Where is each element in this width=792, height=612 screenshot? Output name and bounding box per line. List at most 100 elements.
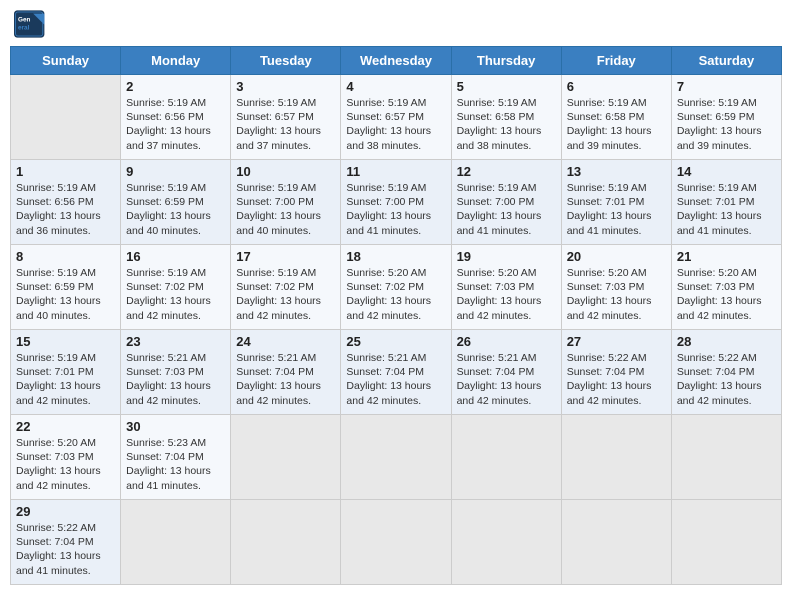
weekday-header-sunday: Sunday	[11, 47, 121, 75]
day-number: 17	[236, 249, 335, 264]
day-number: 4	[346, 79, 445, 94]
calendar-cell	[231, 500, 341, 585]
day-number: 5	[457, 79, 556, 94]
calendar-week-row: 15Sunrise: 5:19 AMSunset: 7:01 PMDayligh…	[11, 330, 782, 415]
calendar-table: SundayMondayTuesdayWednesdayThursdayFrid…	[10, 46, 782, 585]
calendar-cell: 2 Sunrise: 5:19 AMSunset: 6:56 PMDaylight…	[121, 75, 231, 160]
day-number: 20	[567, 249, 666, 264]
day-info: Sunrise: 5:19 AMSunset: 7:00 PMDaylight:…	[457, 181, 556, 238]
logo-icon: Gen eral	[14, 10, 46, 38]
weekday-header-tuesday: Tuesday	[231, 47, 341, 75]
calendar-cell: 6Sunrise: 5:19 AMSunset: 6:58 PMDaylight…	[561, 75, 671, 160]
day-info: Sunrise: 5:19 AMSunset: 6:56 PMDaylight:…	[126, 96, 225, 153]
calendar-cell	[671, 500, 781, 585]
calendar-cell	[11, 75, 121, 160]
calendar-cell: 10 Sunrise: 5:19 AMSunset: 7:00 PMDayligh…	[231, 160, 341, 245]
calendar-cell: 4 Sunrise: 5:19 AMSunset: 6:57 PMDaylight…	[341, 75, 451, 160]
calendar-cell: 8 Sunrise: 5:19 AMSunset: 6:59 PMDaylight…	[11, 245, 121, 330]
calendar-cell	[341, 415, 451, 500]
day-info: Sunrise: 5:20 AMSunset: 7:03 PMDaylight:…	[16, 436, 115, 493]
day-number: 1	[16, 164, 115, 179]
day-info: Sunrise: 5:19 AMSunset: 7:01 PMDaylight:…	[677, 181, 776, 238]
day-number: 15	[16, 334, 115, 349]
weekday-header-saturday: Saturday	[671, 47, 781, 75]
calendar-week-row: 1 Sunrise: 5:19 AMSunset: 6:56 PMDaylight…	[11, 160, 782, 245]
calendar-cell: 14Sunrise: 5:19 AMSunset: 7:01 PMDayligh…	[671, 160, 781, 245]
header: Gen eral	[10, 10, 782, 38]
day-number: 16	[126, 249, 225, 264]
day-info: Sunrise: 5:21 AMSunset: 7:04 PMDaylight:…	[457, 351, 556, 408]
weekday-header-friday: Friday	[561, 47, 671, 75]
calendar-cell: 23Sunrise: 5:21 AMSunset: 7:03 PMDayligh…	[121, 330, 231, 415]
calendar-week-row: 22 Sunrise: 5:20 AMSunset: 7:03 PMDayligh…	[11, 415, 782, 500]
calendar-body: 2 Sunrise: 5:19 AMSunset: 6:56 PMDaylight…	[11, 75, 782, 585]
day-info: Sunrise: 5:19 AMSunset: 6:59 PMDaylight:…	[16, 266, 115, 323]
day-number: 27	[567, 334, 666, 349]
calendar-cell: 11 Sunrise: 5:19 AMSunset: 7:00 PMDayligh…	[341, 160, 451, 245]
svg-text:Gen: Gen	[18, 17, 31, 24]
weekday-header-wednesday: Wednesday	[341, 47, 451, 75]
calendar-cell: 22 Sunrise: 5:20 AMSunset: 7:03 PMDayligh…	[11, 415, 121, 500]
day-info: Sunrise: 5:19 AMSunset: 6:56 PMDaylight:…	[16, 181, 115, 238]
day-info: Sunrise: 5:19 AMSunset: 7:01 PMDaylight:…	[567, 181, 666, 238]
calendar-cell	[451, 500, 561, 585]
day-info: Sunrise: 5:19 AMSunset: 6:58 PMDaylight:…	[567, 96, 666, 153]
calendar-cell: 28 Sunrise: 5:22 AMSunset: 7:04 PMDayligh…	[671, 330, 781, 415]
weekday-header-monday: Monday	[121, 47, 231, 75]
day-number: 13	[567, 164, 666, 179]
logo: Gen eral	[14, 10, 50, 38]
calendar-cell: 24Sunrise: 5:21 AMSunset: 7:04 PMDayligh…	[231, 330, 341, 415]
day-info: Sunrise: 5:22 AMSunset: 7:04 PMDaylight:…	[16, 521, 115, 578]
day-number: 22	[16, 419, 115, 434]
day-number: 7	[677, 79, 776, 94]
day-number: 21	[677, 249, 776, 264]
calendar-cell: 15Sunrise: 5:19 AMSunset: 7:01 PMDayligh…	[11, 330, 121, 415]
calendar-cell: 16 Sunrise: 5:19 AMSunset: 7:02 PMDayligh…	[121, 245, 231, 330]
day-info: Sunrise: 5:20 AMSunset: 7:03 PMDaylight:…	[567, 266, 666, 323]
calendar-cell: 17Sunrise: 5:19 AMSunset: 7:02 PMDayligh…	[231, 245, 341, 330]
day-number: 8	[16, 249, 115, 264]
day-number: 2	[126, 79, 225, 94]
calendar-cell: 30Sunrise: 5:23 AMSunset: 7:04 PMDayligh…	[121, 415, 231, 500]
day-number: 10	[236, 164, 335, 179]
day-info: Sunrise: 5:21 AMSunset: 7:04 PMDaylight:…	[346, 351, 445, 408]
calendar-cell	[671, 415, 781, 500]
calendar-cell	[121, 500, 231, 585]
day-info: Sunrise: 5:19 AMSunset: 6:59 PMDaylight:…	[126, 181, 225, 238]
day-info: Sunrise: 5:19 AMSunset: 7:00 PMDaylight:…	[346, 181, 445, 238]
day-number: 30	[126, 419, 225, 434]
calendar-cell	[231, 415, 341, 500]
day-info: Sunrise: 5:20 AMSunset: 7:03 PMDaylight:…	[457, 266, 556, 323]
calendar-cell: 27 Sunrise: 5:22 AMSunset: 7:04 PMDayligh…	[561, 330, 671, 415]
day-info: Sunrise: 5:19 AMSunset: 6:57 PMDaylight:…	[346, 96, 445, 153]
day-info: Sunrise: 5:19 AMSunset: 6:59 PMDaylight:…	[677, 96, 776, 153]
calendar-cell: 3 Sunrise: 5:19 AMSunset: 6:57 PMDaylight…	[231, 75, 341, 160]
day-number: 25	[346, 334, 445, 349]
day-number: 18	[346, 249, 445, 264]
calendar-cell: 26 Sunrise: 5:21 AMSunset: 7:04 PMDayligh…	[451, 330, 561, 415]
day-info: Sunrise: 5:20 AMSunset: 7:03 PMDaylight:…	[677, 266, 776, 323]
calendar-header-row: SundayMondayTuesdayWednesdayThursdayFrid…	[11, 47, 782, 75]
calendar-cell: 21 Sunrise: 5:20 AMSunset: 7:03 PMDayligh…	[671, 245, 781, 330]
day-info: Sunrise: 5:22 AMSunset: 7:04 PMDaylight:…	[567, 351, 666, 408]
day-info: Sunrise: 5:19 AMSunset: 7:00 PMDaylight:…	[236, 181, 335, 238]
svg-text:eral: eral	[18, 25, 30, 32]
day-number: 29	[16, 504, 115, 519]
day-number: 26	[457, 334, 556, 349]
day-number: 19	[457, 249, 556, 264]
weekday-header-thursday: Thursday	[451, 47, 561, 75]
calendar-cell	[451, 415, 561, 500]
calendar-week-row: 29 Sunrise: 5:22 AMSunset: 7:04 PMDayligh…	[11, 500, 782, 585]
day-info: Sunrise: 5:19 AMSunset: 7:02 PMDaylight:…	[126, 266, 225, 323]
day-number: 3	[236, 79, 335, 94]
day-info: Sunrise: 5:22 AMSunset: 7:04 PMDaylight:…	[677, 351, 776, 408]
day-info: Sunrise: 5:19 AMSunset: 6:57 PMDaylight:…	[236, 96, 335, 153]
day-info: Sunrise: 5:19 AMSunset: 6:58 PMDaylight:…	[457, 96, 556, 153]
day-number: 28	[677, 334, 776, 349]
day-number: 12	[457, 164, 556, 179]
calendar-cell	[561, 500, 671, 585]
calendar-cell: 9Sunrise: 5:19 AMSunset: 6:59 PMDaylight…	[121, 160, 231, 245]
day-number: 24	[236, 334, 335, 349]
day-number: 23	[126, 334, 225, 349]
day-number: 11	[346, 164, 445, 179]
